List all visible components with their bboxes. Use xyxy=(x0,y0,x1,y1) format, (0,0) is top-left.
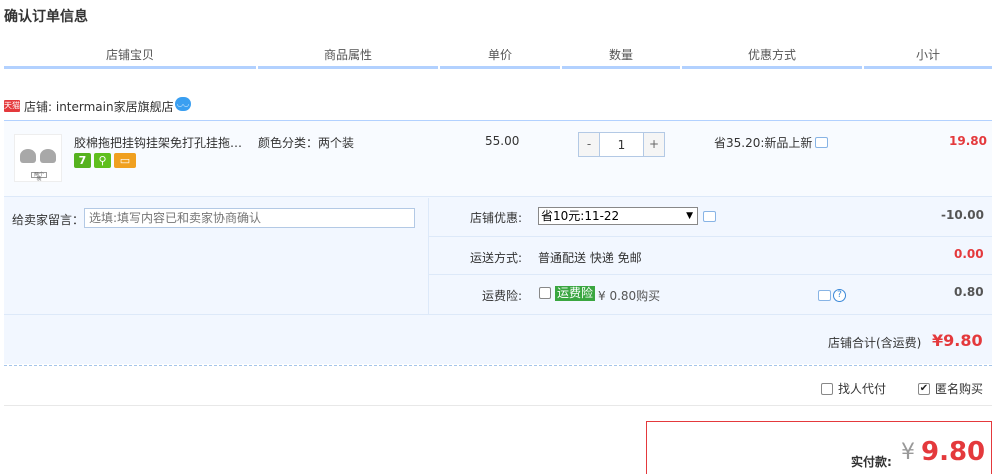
insurance-checkbox[interactable] xyxy=(539,287,551,299)
seller-memo-input[interactable] xyxy=(84,208,415,228)
guarantee-icon[interactable]: ⚲ xyxy=(94,153,111,168)
product-sku: 颜色分类：两个装 xyxy=(258,136,355,150)
tmall-badge-icon: 天猫 xyxy=(4,100,20,112)
col-rule xyxy=(258,66,438,69)
actual-payment-label: 实付款: xyxy=(851,455,892,469)
item-subtotal: 19.80 xyxy=(949,134,987,148)
qty-increase-button[interactable]: + xyxy=(644,133,664,156)
col-rule xyxy=(562,66,680,69)
mop-hook-image xyxy=(18,147,58,169)
col-header-item: 店铺宝贝 xyxy=(105,48,154,62)
divider xyxy=(428,198,429,314)
insurance-price: ¥ 0.80购买 xyxy=(598,289,661,303)
shipping-amount: 0.00 xyxy=(954,247,984,261)
qty-input[interactable] xyxy=(599,133,644,156)
divider xyxy=(429,236,992,237)
shop-row: 天猫 店铺: intermain家居旗舰店 xyxy=(4,96,174,116)
insurance-amount: 0.80 xyxy=(954,285,984,299)
shop-total-label: 店铺合计(含运费) xyxy=(828,336,922,350)
seven-day-return-icon[interactable]: 7 xyxy=(74,153,91,168)
insurance-badge: 运费险 xyxy=(555,286,596,301)
pay-for-me-checkbox[interactable] xyxy=(821,382,833,395)
pay-for-me-option[interactable]: 找人代付 xyxy=(821,380,886,397)
col-header-attr: 商品属性 xyxy=(323,48,372,62)
item-discount: 省35.20:新品上新 xyxy=(714,136,813,150)
anonymous-checkbox[interactable]: ✔ xyxy=(918,382,930,395)
actual-payment-amount: 9.80 xyxy=(921,437,986,467)
currency-symbol: ¥ xyxy=(901,440,915,465)
col-rule xyxy=(682,66,862,69)
item-row xyxy=(4,121,992,197)
credit-card-icon[interactable]: ▭ xyxy=(114,153,136,168)
service-icons: 7 ⚲ ▭ xyxy=(74,153,136,168)
insurance-label: 运费险: xyxy=(481,289,522,303)
col-header-discount: 优惠方式 xyxy=(747,48,796,62)
thumbnail-caption: 两个装 xyxy=(31,172,47,182)
col-rule xyxy=(864,66,992,69)
message-icon[interactable] xyxy=(818,290,831,301)
quantity-stepper: - + xyxy=(578,132,665,157)
shipping-label: 运送方式: xyxy=(469,251,522,265)
col-rule xyxy=(4,66,256,69)
divider xyxy=(4,405,992,406)
coupon-select[interactable]: 省10元:11-22 ▼ xyxy=(538,207,698,225)
divider xyxy=(4,314,992,315)
shop-name-link[interactable]: 店铺: intermain家居旗舰店 xyxy=(24,98,174,115)
dropdown-arrow-icon: ▼ xyxy=(686,211,693,221)
col-rule xyxy=(440,66,560,69)
dashed-divider xyxy=(4,365,992,366)
pay-for-me-label: 找人代付 xyxy=(838,382,887,396)
shop-total-amount: ¥9.80 xyxy=(932,331,983,350)
memo-label: 给卖家留言： xyxy=(12,213,85,227)
col-header-qty: 数量 xyxy=(608,48,633,62)
help-icon[interactable]: ? xyxy=(833,289,846,302)
coupon-label: 店铺优惠: xyxy=(469,211,522,225)
page-title: 确认订单信息 xyxy=(4,9,88,25)
divider xyxy=(429,274,992,275)
shipping-method: 普通配送 快递 免邮 xyxy=(538,251,642,265)
product-thumbnail[interactable]: 两个装 xyxy=(14,134,62,182)
unit-price: 55.00 xyxy=(485,134,520,148)
message-icon[interactable] xyxy=(703,211,716,222)
insurance-icons: ? xyxy=(818,289,846,302)
coupon-amount: -10.00 xyxy=(941,208,984,222)
qty-decrease-button[interactable]: - xyxy=(579,133,599,156)
product-title-link[interactable]: 胶棉拖把挂钩挂架免打孔挂拖把... xyxy=(74,134,252,151)
anonymous-purchase-option[interactable]: ✔ 匿名购买 xyxy=(918,380,983,397)
message-icon[interactable] xyxy=(815,137,828,148)
coupon-selected-value: 省10元:11-22 xyxy=(541,209,620,223)
col-header-subtotal: 小计 xyxy=(915,48,940,62)
wangwang-chat-icon[interactable]: ◡◡ xyxy=(175,97,191,111)
col-header-price: 单价 xyxy=(487,48,512,62)
anonymous-label: 匿名购买 xyxy=(935,382,984,396)
